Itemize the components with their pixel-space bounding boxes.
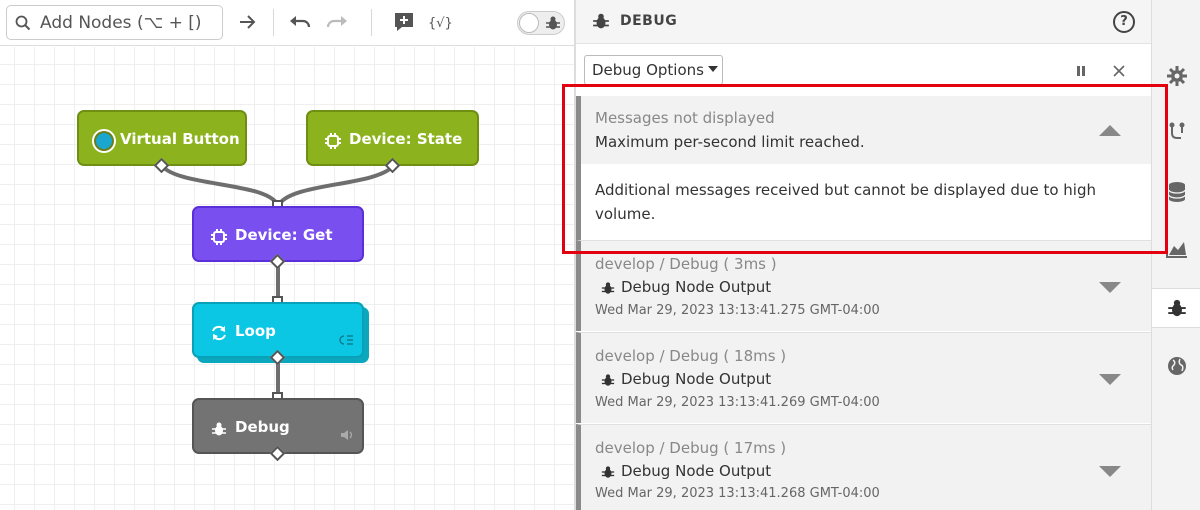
canvas-pane: Add Nodes (⌥ + [) {√} Virtual Button Dev… [0, 0, 575, 510]
search-icon [15, 15, 31, 35]
bug-icon [601, 464, 615, 483]
node-label: Device: Get [235, 226, 333, 244]
debug-options-label: Debug Options [592, 61, 704, 79]
pause-icon[interactable] [1075, 62, 1087, 81]
globe-icon[interactable] [1152, 346, 1200, 386]
loop-icon [206, 320, 232, 346]
add-nodes-search[interactable]: Add Nodes (⌥ + [) [6, 5, 223, 40]
toggle-knob [519, 13, 539, 33]
node-label: Device: State [349, 130, 463, 148]
message-timestamp: Wed Mar 29, 2023 13:13:41.275 GMT-04:00 [595, 303, 880, 318]
message-title: Debug Node Output [621, 370, 772, 388]
bug-icon [545, 15, 561, 35]
highlight-box [562, 84, 1168, 254]
toolbar-divider [371, 9, 372, 36]
bug-icon[interactable] [1152, 288, 1200, 328]
redo-icon[interactable] [323, 8, 351, 36]
bug-icon [206, 416, 232, 442]
help-icon[interactable]: ? [1113, 11, 1135, 33]
variables-icon[interactable]: {√} [426, 8, 456, 36]
volume-icon [340, 427, 354, 445]
workflow-editor: Add Nodes (⌥ + [) {√} Virtual Button Dev… [0, 0, 1200, 510]
canvas-toolbar: Add Nodes (⌥ + [) {√} [0, 0, 575, 46]
add-comment-icon[interactable] [390, 8, 418, 36]
debug-toggle[interactable] [517, 11, 565, 35]
device-chip-icon [206, 224, 232, 250]
arrow-right-icon[interactable] [234, 8, 262, 36]
chevron-down-icon[interactable] [1099, 282, 1121, 293]
debug-panel: DEBUG ? Debug Options Messages not displ… [576, 0, 1151, 510]
svg-text:{√}: {√} [428, 16, 453, 31]
node-label: Loop [235, 322, 276, 340]
undo-icon[interactable] [286, 8, 314, 36]
bug-icon [592, 12, 610, 34]
node-label: Virtual Button [120, 130, 240, 148]
close-icon[interactable] [1113, 62, 1125, 81]
message-source: develop / Debug ( 3ms ) [595, 255, 777, 273]
debug-message[interactable]: develop / Debug ( 17ms ) Debug Node Outp… [576, 424, 1151, 510]
bug-icon [601, 280, 615, 299]
debug-header: DEBUG ? [576, 0, 1151, 44]
loop-menu-icon [338, 332, 354, 350]
chevron-down-icon[interactable] [1099, 374, 1121, 385]
message-timestamp: Wed Mar 29, 2023 13:13:41.268 GMT-04:00 [595, 486, 880, 501]
message-timestamp: Wed Mar 29, 2023 13:13:41.269 GMT-04:00 [595, 395, 880, 410]
chevron-down-icon[interactable] [1099, 466, 1121, 477]
chevron-down-icon [707, 66, 718, 72]
device-chip-icon [320, 128, 346, 154]
add-nodes-label: Add Nodes (⌥ + [) [40, 13, 202, 33]
debug-options-dropdown[interactable]: Debug Options [584, 55, 723, 85]
message-source: develop / Debug ( 17ms ) [595, 439, 787, 457]
debug-message[interactable]: develop / Debug ( 18ms ) Debug Node Outp… [576, 332, 1151, 423]
node-label: Debug [235, 418, 290, 436]
message-title: Debug Node Output [621, 278, 772, 296]
virtual-button-icon [91, 128, 117, 154]
panel-title: DEBUG [620, 13, 678, 29]
toolbar-divider [273, 9, 274, 36]
bug-icon [601, 372, 615, 391]
message-title: Debug Node Output [621, 462, 772, 480]
message-source: develop / Debug ( 18ms ) [595, 347, 787, 365]
right-sidebar [1151, 0, 1200, 510]
